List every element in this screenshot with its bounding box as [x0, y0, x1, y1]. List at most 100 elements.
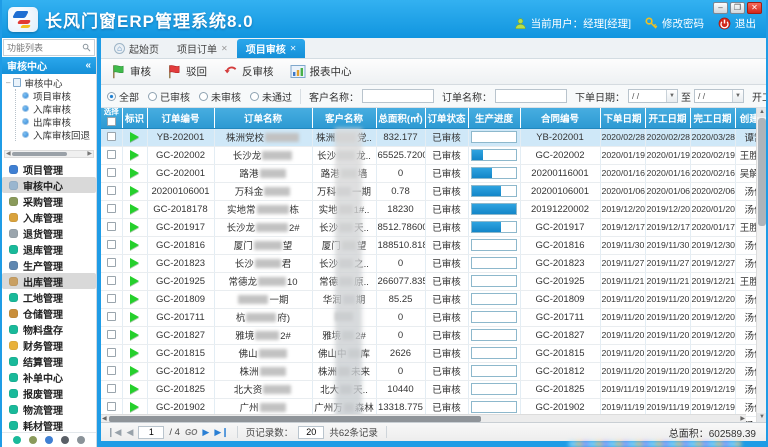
row-select-cell[interactable] [101, 146, 122, 164]
row-checkbox[interactable] [107, 150, 116, 159]
row-select-cell[interactable] [101, 182, 122, 200]
select-all-checkbox[interactable] [107, 117, 116, 126]
table-row[interactable]: GC-201827雅境2#雅境2#0已审核GC-2018272019/11/20… [101, 326, 756, 344]
table-row[interactable]: GC-201809一期华润期85.25已审核GC-2018092019/11/2… [101, 290, 756, 308]
sidebar-item[interactable]: 项目管理 [2, 161, 96, 177]
table-row[interactable]: GC-201711杭府)0已审核GC-2017112019/11/202019/… [101, 308, 756, 326]
row-select-cell[interactable] [101, 200, 122, 218]
next-page-button[interactable]: ▶ [202, 428, 209, 437]
header-2[interactable]: 订单编号 [147, 108, 214, 128]
header-6[interactable]: 订单状态 [425, 108, 468, 128]
row-select-cell[interactable] [101, 290, 122, 308]
sidebar-item[interactable]: 采购管理 [2, 193, 96, 209]
row-select-cell[interactable] [101, 254, 122, 272]
tree-node[interactable]: 出库审核 [16, 115, 96, 128]
table-row[interactable]: YB-202001株洲党校株洲党..832.177已审核YB-202001202… [101, 128, 756, 146]
scroll-down-icon[interactable]: ▼ [757, 413, 767, 422]
order-date-from-input[interactable]: / /▼ [628, 89, 678, 103]
tab-项目审核[interactable]: 项目审核✕ [237, 39, 306, 58]
circle-icon[interactable] [13, 436, 21, 444]
row-checkbox[interactable] [107, 204, 116, 213]
page-size-input[interactable] [298, 426, 324, 439]
header-3[interactable]: 订单名称 [214, 108, 312, 128]
tab-项目订单[interactable]: 项目订单✕ [168, 39, 237, 58]
row-select-cell[interactable] [101, 164, 122, 182]
table-row[interactable]: GC-201816厦门望厦门望188510.818已审核GC-201816201… [101, 236, 756, 254]
maximize-button[interactable]: ❐ [730, 2, 745, 14]
function-search-input[interactable] [7, 43, 82, 53]
row-checkbox[interactable] [107, 276, 116, 285]
grid-vertical-scrollbar[interactable]: ▲ ▼ [756, 108, 766, 422]
person-icon[interactable] [61, 436, 69, 444]
scroll-right-icon[interactable]: ▶ [87, 151, 92, 158]
table-row[interactable]: GC-201917长沙龙2#长沙天..8512.78600..已审核GC-201… [101, 218, 756, 236]
leaf-icon[interactable] [45, 436, 53, 444]
tree-node[interactable]: 入库审核 [16, 102, 96, 115]
row-checkbox[interactable] [107, 258, 116, 267]
scroll-right-icon[interactable]: ▶ [740, 415, 745, 422]
table-row[interactable]: GC-202002长沙龙长沙龙..65525.7200..已审核GC-20200… [101, 146, 756, 164]
tree-node[interactable]: 项目审核 [16, 89, 96, 102]
sidebar-item[interactable]: 出库管理 [2, 273, 96, 289]
order-date-to-input[interactable]: / /▼ [694, 89, 744, 103]
sidebar-item[interactable]: 补单中心 [2, 369, 96, 385]
sidebar-item[interactable]: 结算管理 [2, 353, 96, 369]
sidebar-item[interactable]: 生产管理 [2, 257, 96, 273]
row-checkbox[interactable] [107, 384, 116, 393]
sidebar-item[interactable]: 审核中心 [2, 177, 96, 193]
table-row[interactable]: GC-201925常德龙10常德原..266077.835..已审核GC-201… [101, 272, 756, 290]
row-select-cell[interactable] [101, 128, 122, 146]
header-11[interactable]: 完工日期 [690, 108, 735, 128]
row-checkbox[interactable] [107, 330, 116, 339]
row-select-cell[interactable] [101, 308, 122, 326]
row-select-cell[interactable] [101, 326, 122, 344]
prev-page-button[interactable]: ◀ [126, 428, 133, 437]
row-select-cell[interactable] [101, 218, 122, 236]
header-8[interactable]: 合同编号 [520, 108, 600, 128]
last-page-button[interactable]: ▶❙ [214, 428, 228, 437]
radio-已审核[interactable]: 已审核 [148, 89, 190, 104]
cart-icon[interactable] [29, 436, 37, 444]
header-7[interactable]: 生产进度 [468, 108, 520, 128]
scroll-left-icon[interactable]: ◀ [6, 151, 11, 158]
chevron-down-icon[interactable]: ▼ [666, 90, 677, 102]
tree-root-node[interactable]: – 审核中心 [6, 76, 96, 89]
sidebar-item[interactable]: 仓储管理 [2, 305, 96, 321]
first-page-button[interactable]: ❙◀ [107, 428, 121, 437]
order-name-input[interactable] [495, 89, 567, 103]
row-checkbox[interactable] [107, 348, 116, 357]
table-row[interactable]: GC-202001路港路港墙0已审核202001160012020/01/162… [101, 164, 756, 182]
tree-node[interactable]: 入库审核回退 [16, 128, 96, 141]
row-checkbox[interactable] [107, 222, 116, 231]
row-checkbox[interactable] [107, 366, 116, 375]
sidebar-item[interactable]: 耗材管理 [2, 417, 96, 432]
table-row[interactable]: GC-201812株洲株洲未来0已审核GC-2018122019/11/2020… [101, 362, 756, 380]
sidebar-item[interactable]: 退货管理 [2, 225, 96, 241]
sidebar-item[interactable]: 物料盘存 [2, 321, 96, 337]
sidebar-item[interactable]: 入库管理 [2, 209, 96, 225]
审核-button[interactable]: 审核 [111, 64, 151, 79]
logout-button[interactable]: 退出 [718, 16, 756, 31]
sidebar-item[interactable]: 报废管理 [2, 385, 96, 401]
row-checkbox[interactable] [107, 240, 116, 249]
collapse-icon[interactable]: « [85, 60, 91, 71]
header-select[interactable]: 选择 [101, 108, 122, 128]
row-select-cell[interactable] [101, 236, 122, 254]
row-select-cell[interactable] [101, 272, 122, 290]
sidebar-item[interactable]: 物流管理 [2, 401, 96, 417]
go-button[interactable]: GO [185, 428, 197, 437]
close-tab-icon[interactable]: ✕ [221, 44, 228, 53]
change-password-button[interactable]: 修改密码 [645, 16, 704, 31]
radio-未通过[interactable]: 未通过 [250, 89, 292, 104]
row-select-cell[interactable] [101, 344, 122, 362]
grid-horizontal-scrollbar[interactable]: ◀ ▶ [101, 414, 746, 422]
sidebar-item[interactable]: 财务管理 [2, 337, 96, 353]
header-5[interactable]: 总面积(㎡) [376, 108, 425, 128]
header-10[interactable]: 开工日期 [645, 108, 690, 128]
table-row[interactable]: 20200106001万科金万科一期0.78已审核202001060012020… [101, 182, 756, 200]
table-row[interactable]: GC-201815佛山佛山中库2626已审核GC-2018152019/11/2… [101, 344, 756, 362]
radio-未审核[interactable]: 未审核 [199, 89, 241, 104]
tab-起始页[interactable]: ⌂起始页 [105, 39, 168, 58]
header-12[interactable]: 创建人 [735, 108, 756, 128]
scroll-up-icon[interactable]: ▲ [757, 108, 767, 117]
